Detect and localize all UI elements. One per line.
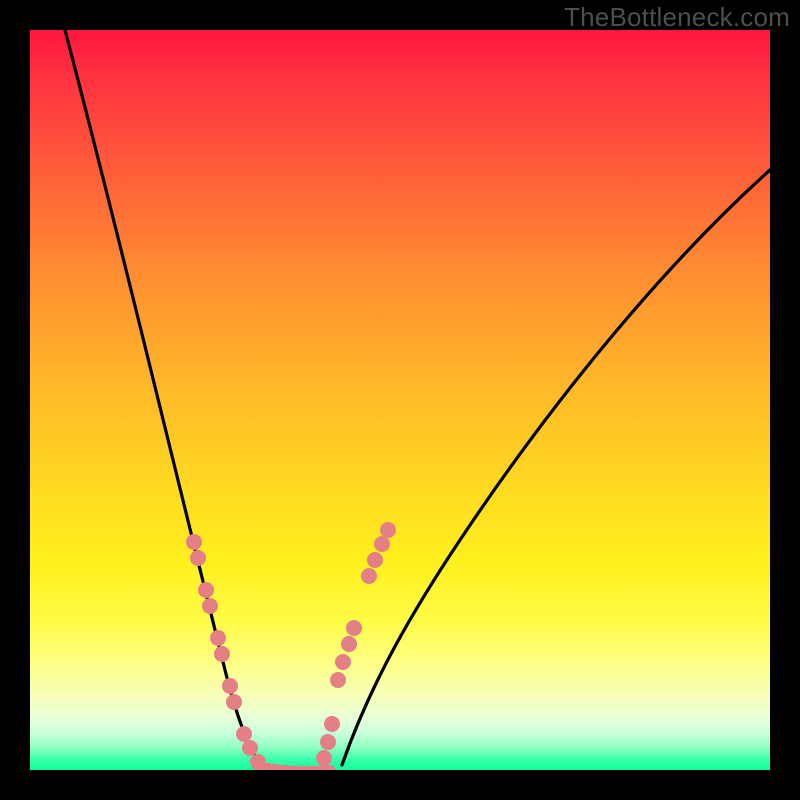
right-cluster-dot-5 xyxy=(341,636,357,652)
right-cluster-dot-0 xyxy=(380,522,396,538)
right-cluster-dot-7 xyxy=(330,672,346,688)
right-cluster-dot-8 xyxy=(324,716,340,732)
right-cluster-dot-4 xyxy=(346,620,362,636)
left-cluster-dot-5 xyxy=(214,646,230,662)
right-cluster-dot-6 xyxy=(335,654,351,670)
left-cluster-dot-2 xyxy=(198,582,214,598)
left-cluster-dot-9 xyxy=(242,740,258,756)
right-cluster-dot-10 xyxy=(316,750,332,766)
right-cluster-dot-3 xyxy=(361,568,377,584)
series-floor xyxy=(262,768,330,770)
left-cluster-dot-1 xyxy=(190,550,206,566)
right-cluster-dot-9 xyxy=(320,734,336,750)
chart-frame: TheBottleneck.com xyxy=(0,0,800,800)
left-cluster-dot-7 xyxy=(226,694,242,710)
left-cluster-dot-10 xyxy=(250,754,266,770)
watermark-label: TheBottleneck.com xyxy=(564,2,790,33)
curve-overlay xyxy=(30,30,770,770)
left-cluster-dot-0 xyxy=(186,534,202,550)
left-cluster-dot-3 xyxy=(202,598,218,614)
left-cluster-dot-4 xyxy=(210,630,226,646)
left-cluster-dot-6 xyxy=(222,678,238,694)
series-left-arm xyxy=(65,30,260,765)
right-cluster-dot-2 xyxy=(367,552,383,568)
left-cluster-dot-8 xyxy=(236,726,252,742)
gradient-plot-area xyxy=(30,30,770,770)
right-cluster-dot-1 xyxy=(374,536,390,552)
series-right-arm xyxy=(342,170,770,765)
